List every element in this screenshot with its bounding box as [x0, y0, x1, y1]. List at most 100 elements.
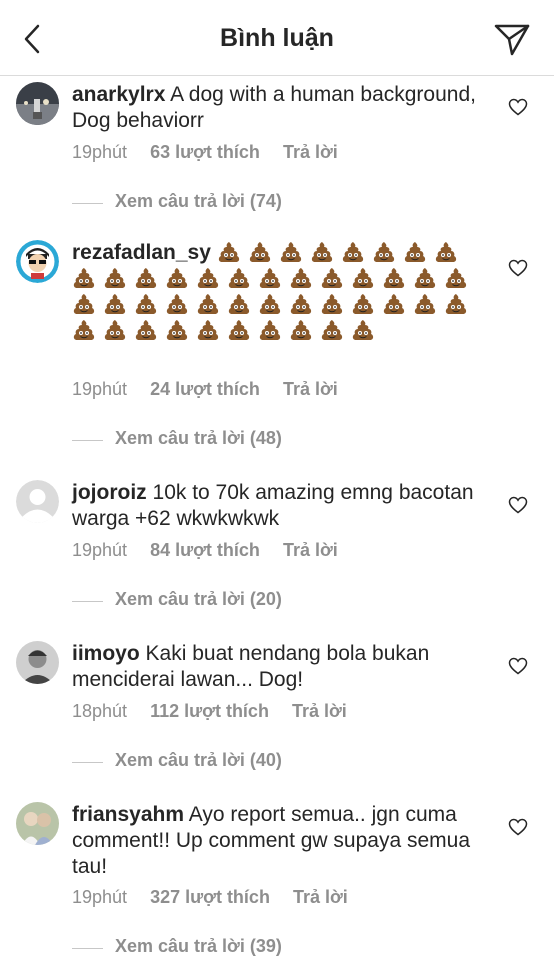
comment-likes[interactable]: 327 lượt thích: [150, 887, 270, 908]
divider-line: [72, 440, 103, 441]
poo-emoji: [382, 266, 413, 292]
heart-outline-icon[interactable]: [508, 98, 528, 116]
comment-item: rezafadlan_sy 19phút 24 lượt thích Trả l…: [0, 238, 554, 458]
poo-emoji: [196, 266, 227, 292]
comment-username[interactable]: anarkylrx: [72, 83, 165, 106]
poo-emoji: [444, 266, 475, 292]
poo-emoji: [227, 292, 258, 318]
comment-meta: 18phút 112 lượt thích Trả lời: [72, 701, 365, 725]
paper-plane-icon[interactable]: [492, 20, 532, 58]
poo-emoji: [289, 266, 320, 292]
comment-likes[interactable]: 112 lượt thích: [150, 701, 269, 722]
poo-emoji: [227, 266, 258, 292]
header: Bình luận: [0, 0, 554, 76]
comment-text: friansyahm Ayo report semua.. jgn cuma c…: [72, 802, 492, 880]
poo-emoji: [248, 240, 279, 266]
avatar[interactable]: [16, 82, 59, 125]
comment-likes[interactable]: 84 lượt thích: [150, 540, 260, 561]
comment-username[interactable]: rezafadlan_sy: [72, 241, 211, 264]
poo-emoji: [134, 266, 165, 292]
poo-emoji: [351, 266, 382, 292]
comment-meta: 19phút 24 lượt thích Trả lời: [72, 379, 356, 403]
poo-emoji: [382, 292, 413, 318]
poo-emoji: [217, 240, 248, 266]
poo-emoji: [258, 292, 289, 318]
poo-emoji: [103, 318, 134, 344]
poo-emoji: [310, 240, 341, 266]
poo-emoji: [165, 292, 196, 318]
comment-username[interactable]: friansyahm: [72, 803, 184, 826]
poo-emoji: [72, 318, 103, 344]
comment-likes[interactable]: 63 lượt thích: [150, 142, 260, 163]
view-replies-label: Xem câu trả lời (20): [115, 589, 282, 609]
view-replies-button[interactable]: Xem câu trả lời (48): [72, 428, 372, 452]
comment-time: 18phút: [72, 701, 128, 721]
comment-time: 19phút: [72, 887, 128, 907]
poo-emoji: [444, 292, 475, 318]
poo-emoji: [341, 240, 372, 266]
reply-button[interactable]: Trả lời: [283, 379, 338, 400]
heart-outline-icon[interactable]: [508, 657, 528, 675]
view-replies-label: Xem câu trả lời (74): [115, 191, 282, 211]
poo-emoji: [320, 318, 351, 344]
poo-emoji: [434, 240, 465, 266]
avatar[interactable]: [16, 240, 59, 283]
comment-item: friansyahm Ayo report semua.. jgn cuma c…: [0, 800, 554, 960]
avatar[interactable]: [16, 641, 59, 684]
poo-emoji: [279, 240, 310, 266]
poo-emoji: [320, 292, 351, 318]
comment-username[interactable]: jojoroiz: [72, 481, 147, 504]
comment-time: 19phút: [72, 540, 128, 560]
divider-line: [72, 762, 103, 763]
poo-emoji: [196, 292, 227, 318]
reply-button[interactable]: Trả lời: [283, 540, 338, 561]
poo-emoji: [165, 266, 196, 292]
poo-emoji: [134, 292, 165, 318]
comment-time: 19phút: [72, 142, 128, 162]
poo-emoji: [258, 266, 289, 292]
view-replies-button[interactable]: Xem câu trả lời (20): [72, 589, 372, 613]
poo-emoji: [227, 318, 258, 344]
divider-line: [72, 203, 103, 204]
poo-emoji: [196, 318, 227, 344]
poo-emoji: [413, 266, 444, 292]
divider-line: [72, 601, 103, 602]
poo-emoji: [134, 318, 165, 344]
view-replies-label: Xem câu trả lời (40): [115, 750, 282, 770]
reply-button[interactable]: Trả lời: [292, 701, 347, 722]
poo-emoji: [372, 240, 403, 266]
heart-outline-icon[interactable]: [508, 818, 528, 836]
poo-emoji: [103, 292, 134, 318]
divider-line: [72, 948, 103, 949]
page-title: Bình luận: [220, 24, 334, 52]
poo-emoji: [289, 318, 320, 344]
poo-emoji: [103, 266, 134, 292]
view-replies-label: Xem câu trả lời (39): [115, 936, 282, 956]
comment-item: iimoyo Kaki buat nendang bola bukan menc…: [0, 639, 554, 779]
reply-button[interactable]: Trả lời: [283, 142, 338, 163]
poo-emoji: [351, 318, 382, 344]
comment-time: 19phút: [72, 379, 128, 399]
avatar[interactable]: [16, 802, 59, 845]
poo-emoji: [72, 266, 103, 292]
comment-meta: 19phút 84 lượt thích Trả lời: [72, 540, 356, 564]
comment-meta: 19phút 63 lượt thích Trả lời: [72, 142, 356, 166]
view-replies-button[interactable]: Xem câu trả lời (40): [72, 750, 372, 774]
comment-likes[interactable]: 24 lượt thích: [150, 379, 260, 400]
avatar[interactable]: [16, 480, 59, 523]
comment-text: anarkylrx A dog with a human background,…: [72, 82, 492, 134]
poo-emoji: [320, 266, 351, 292]
comment-meta: 19phút 327 lượt thích Trả lời: [72, 887, 366, 911]
view-replies-button[interactable]: Xem câu trả lời (39): [72, 936, 372, 960]
comment-username[interactable]: iimoyo: [72, 642, 140, 665]
poo-emoji: [403, 240, 434, 266]
poo-emoji: [165, 318, 196, 344]
poo-emoji: [289, 292, 320, 318]
comment-text: iimoyo Kaki buat nendang bola bukan menc…: [72, 641, 492, 693]
reply-button[interactable]: Trả lời: [293, 887, 348, 908]
view-replies-button[interactable]: Xem câu trả lời (74): [72, 191, 372, 215]
heart-outline-icon[interactable]: [508, 496, 528, 514]
heart-outline-icon[interactable]: [508, 259, 528, 277]
comment-item: jojoroiz 10k to 70k amazing emng bacotan…: [0, 478, 554, 618]
poo-emoji: [258, 318, 289, 344]
